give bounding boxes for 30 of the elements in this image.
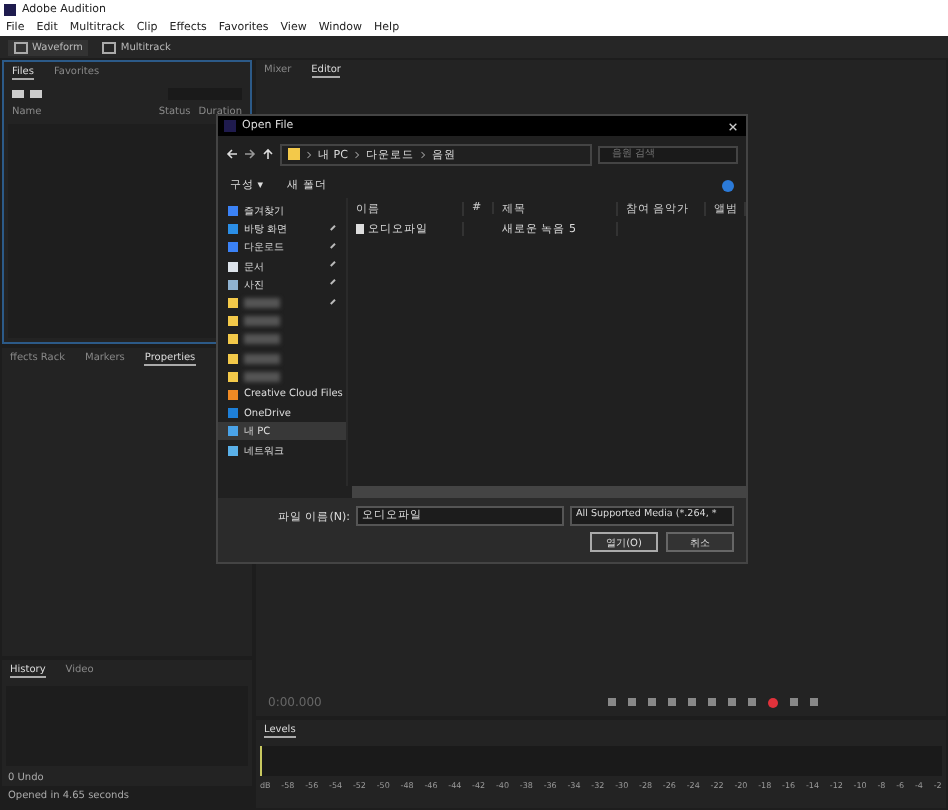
file-icon bbox=[356, 224, 364, 234]
forward-arrow-icon[interactable] bbox=[244, 148, 256, 160]
back-arrow-icon[interactable] bbox=[226, 148, 238, 160]
blurred-label bbox=[244, 316, 280, 327]
scrollbar[interactable] bbox=[352, 486, 746, 498]
blurred-label bbox=[244, 334, 280, 345]
transport-icon[interactable] bbox=[648, 698, 656, 706]
transport-icon[interactable] bbox=[628, 698, 636, 706]
blurred-label bbox=[244, 371, 280, 382]
app-logo-icon bbox=[4, 3, 16, 15]
blurred-label bbox=[244, 353, 280, 364]
app-logo-icon bbox=[224, 120, 236, 132]
transport-icon[interactable] bbox=[668, 698, 676, 706]
transport-icon[interactable] bbox=[748, 698, 756, 706]
transport-icon[interactable] bbox=[608, 698, 616, 706]
transport-icon[interactable] bbox=[810, 698, 818, 706]
close-icon[interactable] bbox=[728, 121, 738, 131]
transport-icon[interactable] bbox=[688, 698, 696, 706]
help-icon[interactable] bbox=[722, 179, 734, 191]
blurred-label bbox=[244, 298, 280, 309]
pin-icon bbox=[330, 243, 340, 253]
pin-icon bbox=[330, 298, 340, 308]
pin-icon bbox=[330, 224, 340, 235]
pin-icon bbox=[330, 261, 340, 272]
pin-icon bbox=[330, 279, 340, 290]
transport-icon[interactable] bbox=[728, 698, 736, 706]
transport-icon[interactable] bbox=[790, 698, 798, 706]
record-button[interactable] bbox=[768, 697, 778, 707]
transport-icon[interactable] bbox=[708, 698, 716, 706]
up-arrow-icon[interactable] bbox=[262, 148, 274, 160]
